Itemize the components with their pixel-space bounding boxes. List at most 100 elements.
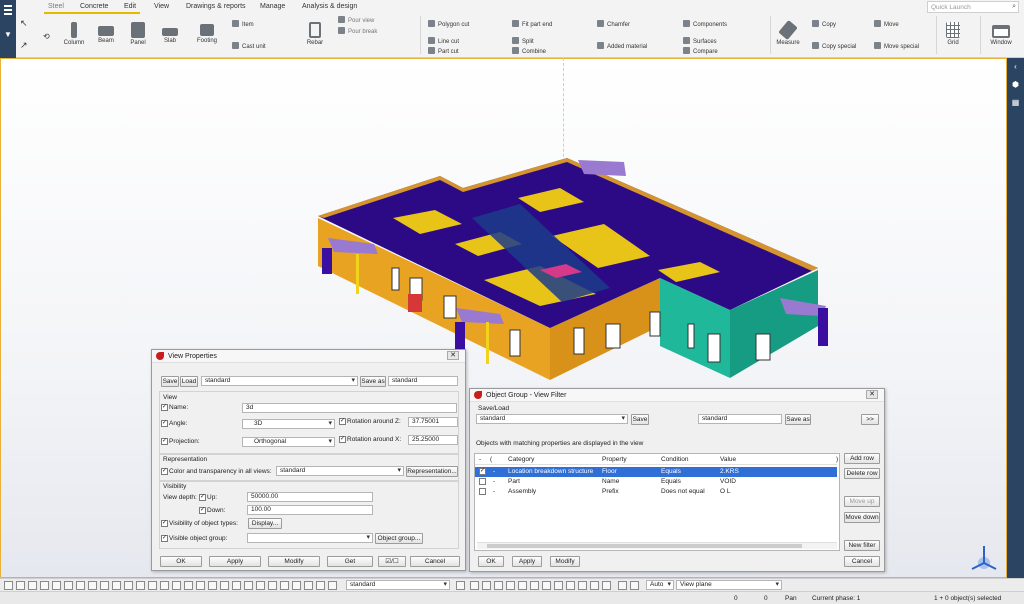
added-material-button[interactable]: Added material — [597, 42, 647, 50]
object-group-titlebar[interactable]: Object Group - View Filter ✕ — [470, 389, 884, 402]
snap-icon[interactable] — [196, 581, 205, 590]
part-cut-button[interactable]: Part cut — [428, 47, 459, 55]
tab-concrete[interactable]: Concrete — [80, 3, 108, 10]
snap-icon[interactable] — [64, 581, 73, 590]
snap-icon[interactable] — [52, 581, 61, 590]
move-up-button[interactable]: Move up — [844, 496, 880, 507]
move-down-button[interactable]: Move down — [844, 512, 880, 523]
cast-unit-button[interactable]: Cast unit — [232, 42, 266, 50]
cancel-button[interactable]: Cancel — [410, 556, 460, 567]
up-checkbox[interactable]: ✓ — [199, 494, 206, 501]
snap-icon[interactable] — [148, 581, 157, 590]
split-button[interactable]: Split — [512, 37, 534, 45]
snap-icon[interactable] — [506, 581, 515, 590]
row-checkbox[interactable] — [479, 478, 486, 485]
filter-icon[interactable] — [456, 581, 465, 590]
snap-icon[interactable] — [220, 581, 229, 590]
snap-icon[interactable] — [160, 581, 169, 590]
visible-group-select[interactable] — [247, 533, 373, 543]
snap-icon[interactable] — [268, 581, 277, 590]
snap-icon[interactable] — [100, 581, 109, 590]
modify-button[interactable]: Modify — [550, 556, 580, 567]
selection-filter-select[interactable]: standard — [346, 580, 450, 590]
tab-drawings-reports[interactable]: Drawings & reports — [186, 3, 246, 10]
quick-launch-input[interactable]: Quick Launch ⌕ — [927, 1, 1019, 13]
tab-steel[interactable]: Steel — [48, 3, 64, 10]
apply-button[interactable]: Apply — [512, 556, 542, 567]
rotation-x-checkbox[interactable]: ✓ — [339, 436, 346, 443]
snap-icon[interactable] — [16, 581, 25, 590]
orbit-icon[interactable]: ⟲ — [43, 32, 50, 41]
snap-icon[interactable] — [112, 581, 121, 590]
projection-select[interactable]: Orthogonal — [242, 437, 335, 447]
view-properties-titlebar[interactable]: View Properties ✕ — [152, 350, 465, 363]
toggle-all-button[interactable]: ☑/☐ — [378, 556, 406, 567]
projection-checkbox[interactable]: ✓ — [161, 438, 168, 445]
move-button[interactable]: Move — [874, 20, 899, 28]
column-button[interactable]: Column — [62, 22, 86, 46]
rotation-x-input[interactable]: 25.25000 — [408, 435, 458, 445]
collapse-icon[interactable]: ▼ — [4, 30, 12, 39]
snap-icon[interactable] — [328, 581, 337, 590]
rebar-button[interactable]: Rebar — [302, 22, 328, 46]
components-button[interactable]: Components — [683, 20, 727, 28]
representation-button[interactable]: Representation... — [406, 466, 458, 477]
polygon-cut-button[interactable]: Polygon cut — [428, 20, 469, 28]
snap-icon[interactable] — [4, 581, 13, 590]
compare-button[interactable]: Compare — [683, 47, 718, 55]
object-group-button[interactable]: Object group... — [375, 533, 423, 544]
snap-icon[interactable] — [566, 581, 575, 590]
row-checkbox[interactable] — [479, 488, 486, 495]
load-preset-select[interactable]: standard — [201, 376, 358, 386]
tab-view[interactable]: View — [154, 3, 169, 10]
rotation-z-input[interactable]: 37.75001 — [408, 417, 458, 427]
pour-break-button[interactable]: Pour break — [338, 27, 377, 35]
filter-preset-select[interactable]: standard — [476, 414, 628, 424]
snap-icon[interactable] — [530, 581, 539, 590]
select-arrow-icon[interactable]: ↖ — [20, 18, 28, 29]
color-select[interactable]: standard — [276, 466, 404, 476]
snap-icon[interactable] — [518, 581, 527, 590]
save-as-button[interactable]: Save as — [360, 376, 386, 387]
snap-icon[interactable] — [256, 581, 265, 590]
get-button[interactable]: Get — [327, 556, 373, 567]
footing-button[interactable]: Footing — [194, 22, 220, 44]
close-icon[interactable]: ✕ — [866, 390, 878, 399]
new-filter-button[interactable]: New filter — [844, 540, 880, 551]
grid-button[interactable]: Grid — [940, 22, 966, 46]
snap-icon[interactable] — [630, 581, 639, 590]
snap-icon[interactable] — [618, 581, 627, 590]
tab-analysis-design[interactable]: Analysis & design — [302, 3, 357, 10]
surfaces-button[interactable]: Surfaces — [683, 37, 717, 45]
up-input[interactable]: 50000.00 — [247, 492, 373, 502]
horizontal-scrollbar[interactable] — [477, 542, 837, 549]
snap-icon[interactable] — [124, 581, 133, 590]
collapse-panel-icon[interactable]: ‹ — [1011, 62, 1020, 71]
catalog-icon[interactable]: ▦ — [1011, 98, 1020, 107]
visibility-types-checkbox[interactable]: ✓ — [161, 520, 168, 527]
down-input[interactable]: 100.00 — [247, 505, 373, 515]
ok-button[interactable]: OK — [478, 556, 504, 567]
panel-button[interactable]: Panel — [126, 22, 150, 46]
tab-edit[interactable]: Edit — [124, 3, 136, 10]
snap-icon[interactable] — [76, 581, 85, 590]
down-checkbox[interactable]: ✓ — [199, 507, 206, 514]
snap-icon[interactable] — [172, 581, 181, 590]
modify-button[interactable]: Modify — [268, 556, 320, 567]
snap-icon[interactable] — [292, 581, 301, 590]
snap-icon[interactable] — [542, 581, 551, 590]
table-row[interactable]: - Part Name Equals VOID — [475, 477, 837, 487]
item-button[interactable]: Item — [232, 20, 254, 28]
ok-button[interactable]: OK — [160, 556, 202, 567]
snap-mode-select[interactable]: Auto — [646, 580, 674, 590]
beam-button[interactable]: Beam — [94, 22, 118, 44]
row-checkbox[interactable]: ✓ — [479, 468, 486, 475]
snap-icon[interactable] — [316, 581, 325, 590]
window-button[interactable]: Window — [986, 22, 1016, 46]
load-button[interactable]: Load — [180, 376, 198, 387]
tab-manage[interactable]: Manage — [260, 3, 285, 10]
snap-icon[interactable] — [602, 581, 611, 590]
snap-icon[interactable] — [590, 581, 599, 590]
scrollbar-thumb[interactable] — [487, 544, 802, 548]
visible-group-checkbox[interactable]: ✓ — [161, 535, 168, 542]
